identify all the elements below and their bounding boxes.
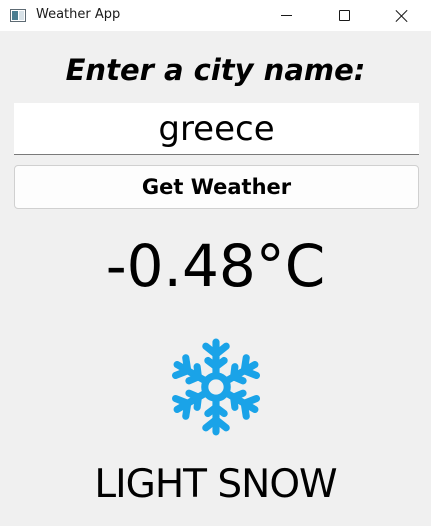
maximize-icon [338,10,350,21]
city-input[interactable] [14,103,419,155]
window-title: Weather App [36,7,121,22]
temperature-label: -0.48°C [105,232,326,300]
close-button[interactable] [373,0,431,31]
close-icon [396,10,408,22]
minimize-button[interactable] [257,0,315,31]
get-weather-button[interactable]: Get Weather [14,165,419,209]
maximize-button[interactable] [315,0,373,31]
snowflake-icon [171,338,261,436]
city-prompt-label: Enter a city name: [65,53,366,87]
minimize-icon [280,15,292,16]
app-icon [10,9,26,22]
title-bar[interactable]: Weather App [0,0,431,31]
weather-description: LIGHT SNOW [94,462,337,507]
weather-app-window: Weather App Enter a city name: Get Weath… [0,0,431,526]
